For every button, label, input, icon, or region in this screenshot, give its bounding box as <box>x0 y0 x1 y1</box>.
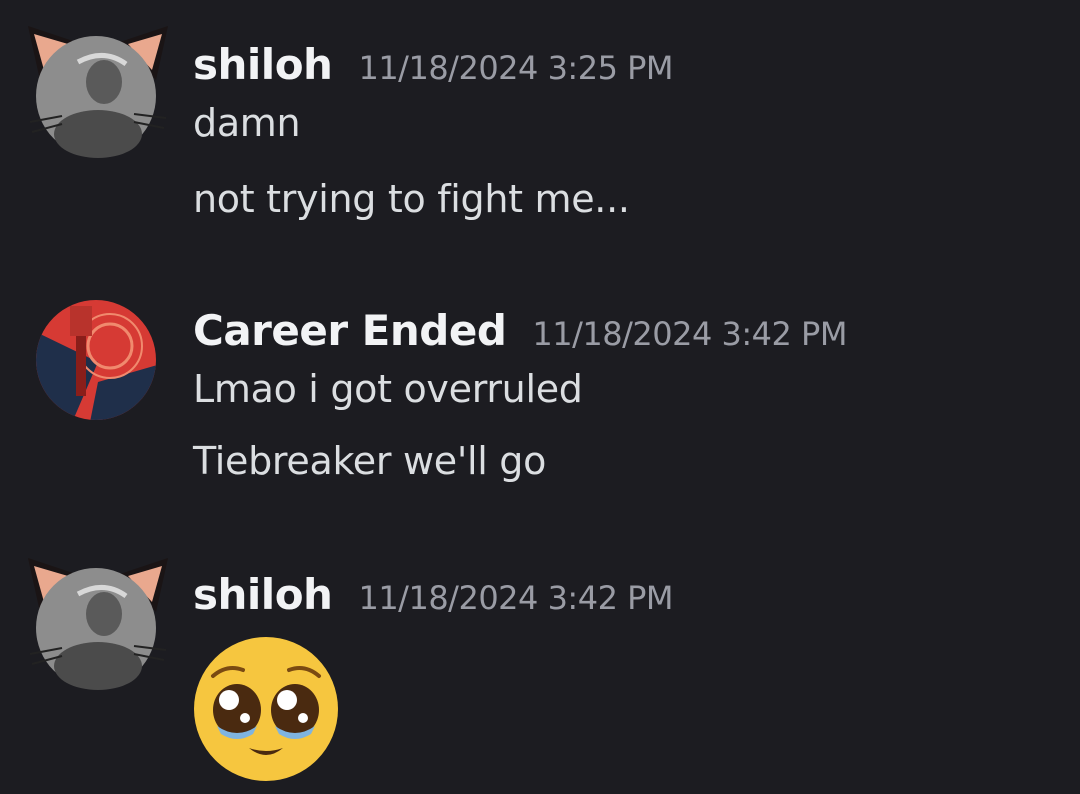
username[interactable]: shiloh <box>193 40 333 89</box>
avatar[interactable] <box>28 292 168 432</box>
avatar[interactable] <box>28 554 168 694</box>
message-content: Career Ended 11/18/2024 3:42 PM Lmao i g… <box>193 306 1060 484</box>
message-content: shiloh 11/18/2024 3:42 PM <box>193 570 1060 786</box>
timestamp: 11/18/2024 3:42 PM <box>532 315 847 353</box>
timestamp: 11/18/2024 3:25 PM <box>358 49 673 87</box>
message-text: Tiebreaker we'll go <box>193 439 547 483</box>
timestamp: 11/18/2024 3:42 PM <box>358 579 673 617</box>
message-text: damn <box>193 101 301 145</box>
message-content: shiloh 11/18/2024 3:25 PM damn not tryin… <box>193 40 1060 222</box>
message-text: not trying to fight me... <box>193 177 630 221</box>
username[interactable]: shiloh <box>193 570 333 619</box>
avatar[interactable] <box>28 22 168 162</box>
message-header: shiloh 11/18/2024 3:25 PM <box>193 40 1060 100</box>
message-text: Lmao i got overruled <box>193 367 583 411</box>
message-header: shiloh 11/18/2024 3:42 PM <box>193 570 1060 630</box>
cat-ear-avatar-icon <box>28 26 168 158</box>
emoji-container <box>193 636 1060 786</box>
message-header: Career Ended 11/18/2024 3:42 PM <box>193 306 1060 366</box>
username[interactable]: Career Ended <box>193 306 507 355</box>
cat-ear-avatar-icon <box>28 558 168 690</box>
red-art-avatar-icon <box>36 300 156 420</box>
pleading-face-emoji[interactable] <box>193 636 339 782</box>
